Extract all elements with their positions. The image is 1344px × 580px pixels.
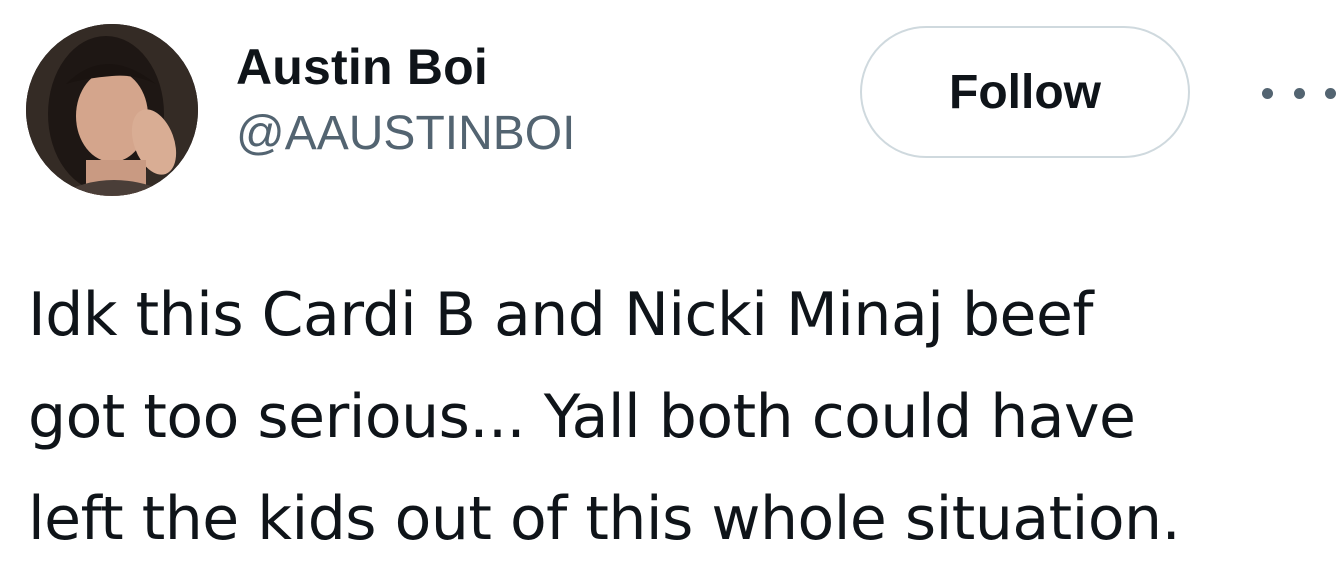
more-horizontal-icon	[1262, 87, 1273, 99]
avatar[interactable]	[26, 24, 198, 196]
author-info: Austin Boi @AAUSTINBOI	[236, 36, 575, 164]
tweet-card: Austin Boi @AAUSTINBOI Follow Idk this C…	[0, 0, 1344, 580]
author-display-name[interactable]: Austin Boi	[236, 36, 575, 98]
tweet-text: Idk this Cardi B and Nicki Minaj beef go…	[28, 264, 1328, 570]
follow-button[interactable]: Follow	[860, 26, 1190, 158]
tweet-text-line: got too serious... Yall both could have	[28, 382, 1136, 452]
author-handle[interactable]: @AAUSTINBOI	[236, 104, 575, 164]
profile-photo	[26, 24, 198, 196]
more-horizontal-icon-dot	[1325, 87, 1336, 99]
tweet-text-line: left the kids out of this whole situatio…	[28, 484, 1181, 554]
more-options-button[interactable]	[1262, 70, 1336, 116]
more-horizontal-icon-dot	[1293, 87, 1305, 99]
tweet-text-line: Idk this Cardi B and Nicki Minaj beef	[28, 280, 1094, 350]
